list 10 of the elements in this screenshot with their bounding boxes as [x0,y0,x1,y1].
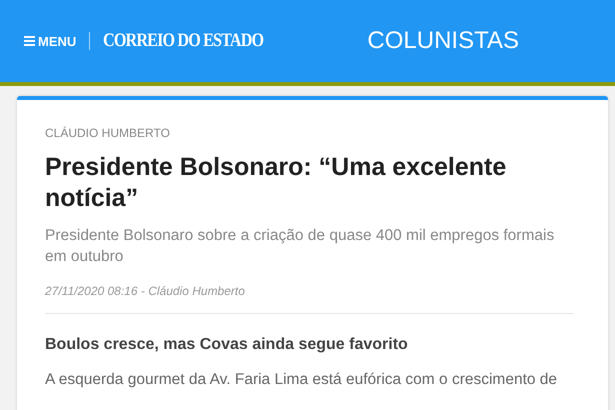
article-subtitle: Presidente Bolsonaro sobre a criação de quase 400 mil empregos formais em outubro [45,226,556,267]
section-title: COLUNISTAS [367,27,519,55]
article-meta: 27/11/2020 08:16 - Cláudio Humberto [45,284,574,314]
author-label: CLÁUDIO HUMBERTO [45,126,171,140]
site-logo[interactable]: CORREIO DO ESTADO [103,30,264,52]
menu-button[interactable]: MENU [24,34,76,48]
article-body: A esquerda gourmet da Av. Faria Lima está eufórica com o crescimento de [45,371,558,389]
article-title: Presidente Bolsonaro: “Uma excelente notícia” [45,152,508,214]
menu-icon [24,36,35,46]
section-heading: Boulos cresce, mas Covas ainda segue favorito [45,336,409,354]
